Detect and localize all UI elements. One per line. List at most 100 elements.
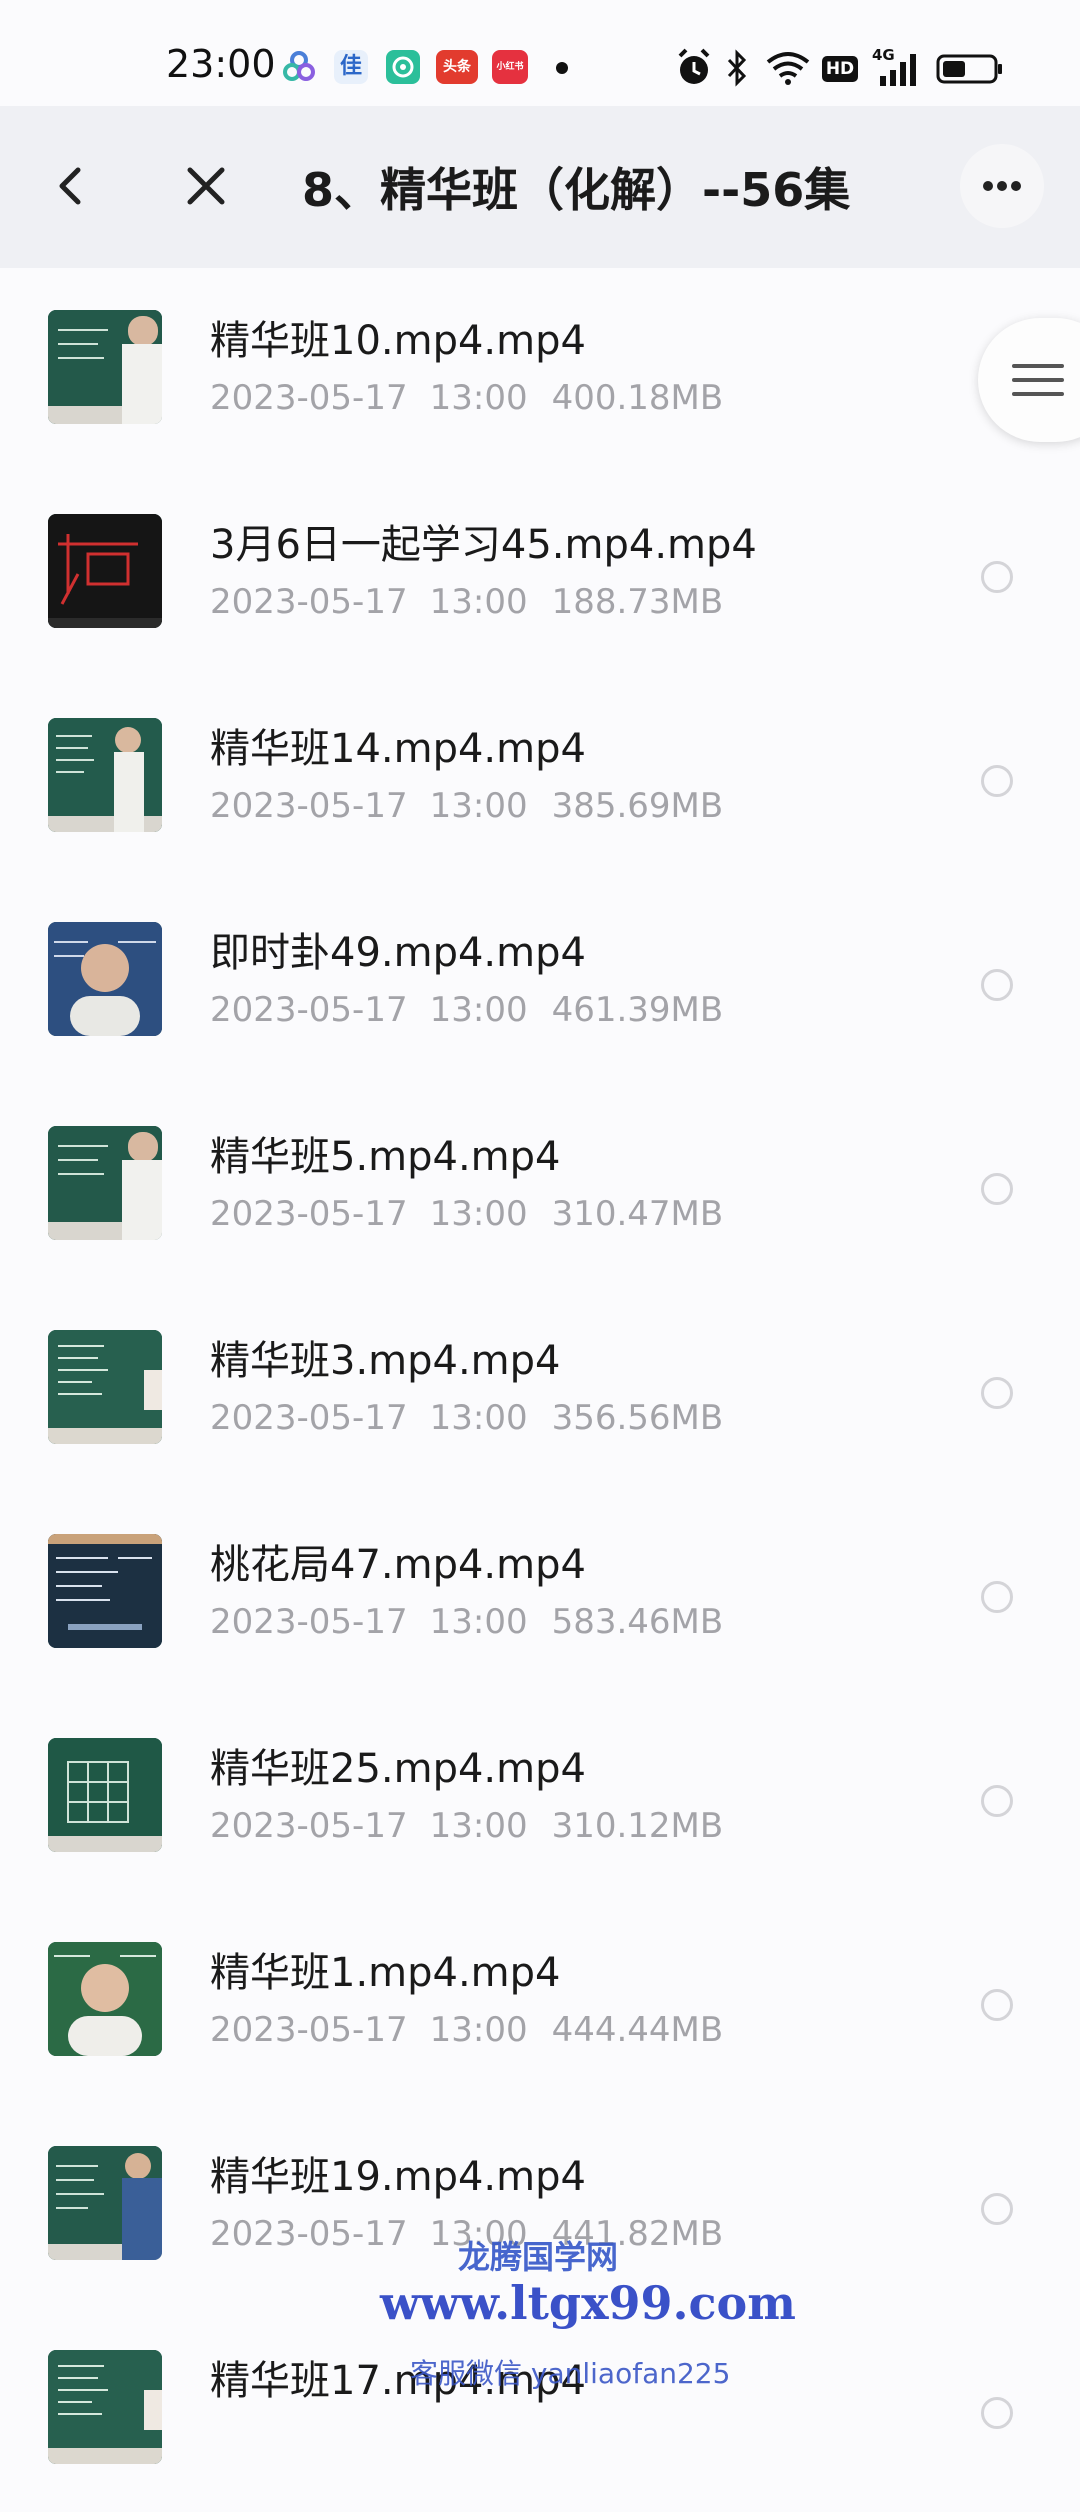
file-name: 精华班10.mp4.mp4 — [210, 318, 586, 364]
file-size: 583.46MB — [551, 1602, 724, 1642]
menu-lines-icon — [1012, 364, 1064, 396]
video-thumbnail[interactable] — [48, 1942, 162, 2056]
select-radio[interactable] — [981, 969, 1013, 1001]
file-row[interactable]: 精华班25.mp4.mp4 2023-05-17 13:00 310.12MB — [0, 1696, 1080, 1900]
file-name: 精华班3.mp4.mp4 — [210, 1338, 561, 1384]
watermark-site-name: 龙腾国学网 — [458, 2238, 619, 2276]
file-date: 2023-05-17 — [210, 1194, 408, 1234]
video-thumbnail[interactable] — [48, 1330, 162, 1444]
file-date: 2023-05-17 — [210, 2010, 408, 2050]
watermark-url: www.ltgx99.com — [380, 2276, 796, 2330]
file-row[interactable]: 精华班5.mp4.mp4 2023-05-17 13:00 310.47MB — [0, 1084, 1080, 1288]
file-meta: 2023-05-17 13:00 400.18MB — [210, 378, 723, 418]
file-meta: 2023-05-17 13:00 385.69MB — [210, 786, 723, 826]
status-bar: 23:00 佳 头条 小红书 HD 4G — [0, 0, 1080, 106]
file-time: 13:00 — [429, 990, 528, 1030]
alarm-icon — [678, 48, 710, 84]
video-thumbnail[interactable] — [48, 1534, 162, 1648]
select-radio[interactable] — [981, 2397, 1013, 2429]
file-meta: 2023-05-17 13:00 188.73MB — [210, 582, 723, 622]
select-radio[interactable] — [981, 1377, 1013, 1409]
battery-icon — [936, 54, 1002, 84]
video-thumbnail[interactable] — [48, 2146, 162, 2260]
file-list: 精华班10.mp4.mp4 2023-05-17 13:00 400.18MB 3月6日… — [0, 268, 1080, 2464]
file-size: 310.47MB — [551, 1194, 724, 1234]
file-name: 3月6日一起学习45.mp4.mp4 — [210, 522, 757, 568]
file-date: 2023-05-17 — [210, 582, 408, 622]
file-meta: 2023-05-17 13:00 583.46MB — [210, 1602, 723, 1642]
file-time: 13:00 — [429, 378, 528, 418]
select-radio[interactable] — [981, 1581, 1013, 1613]
video-thumbnail[interactable] — [48, 2350, 162, 2464]
file-meta: 2023-05-17 13:00 310.12MB — [210, 1806, 723, 1846]
select-radio[interactable] — [981, 561, 1013, 593]
jia-app-icon: 佳 — [334, 50, 368, 84]
xiaohongshu-app-icon: 小红书 — [492, 50, 528, 84]
select-radio[interactable] — [981, 1173, 1013, 1205]
top-bar: 8、精华班（化解）--56集 — [0, 106, 1080, 268]
file-date: 2023-05-17 — [210, 786, 408, 826]
file-size: 461.39MB — [551, 990, 724, 1030]
file-meta: 2023-05-17 13:00 310.47MB — [210, 1194, 723, 1234]
toutiao-app-icon: 头条 — [436, 50, 478, 84]
more-options-icon[interactable] — [960, 144, 1044, 228]
notification-dot — [556, 62, 568, 74]
page-title: 8、精华班（化解）--56集 — [302, 163, 851, 217]
file-size: 400.18MB — [551, 378, 724, 418]
file-date: 2023-05-17 — [210, 1806, 408, 1846]
file-row[interactable]: 即时卦49.mp4.mp4 2023-05-17 13:00 461.39MB — [0, 880, 1080, 1084]
file-name: 桃花局47.mp4.mp4 — [210, 1542, 586, 1588]
file-name: 精华班19.mp4.mp4 — [210, 2154, 586, 2200]
bluetooth-icon — [727, 49, 747, 87]
file-row[interactable]: 精华班1.mp4.mp4 2023-05-17 13:00 444.44MB — [0, 1900, 1080, 2104]
video-thumbnail[interactable] — [48, 514, 162, 628]
chat-app-icon — [386, 50, 420, 84]
file-name: 精华班1.mp4.mp4 — [210, 1950, 561, 1996]
file-row[interactable]: 精华班10.mp4.mp4 2023-05-17 13:00 400.18MB — [0, 268, 1080, 472]
file-date: 2023-05-17 — [210, 2214, 408, 2254]
file-row[interactable]: 精华班17.mp4.mp4 — [0, 2308, 1080, 2512]
file-meta: 2023-05-17 13:00 444.44MB — [210, 2010, 723, 2050]
file-time: 13:00 — [429, 1806, 528, 1846]
file-time: 13:00 — [429, 1602, 528, 1642]
file-size: 444.44MB — [551, 2010, 724, 2050]
file-size: 356.56MB — [551, 1398, 724, 1438]
file-time: 13:00 — [429, 1398, 528, 1438]
file-row[interactable]: 精华班3.mp4.mp4 2023-05-17 13:00 356.56MB — [0, 1288, 1080, 1492]
4g-signal-icon — [880, 54, 916, 86]
file-time: 13:00 — [429, 2010, 528, 2050]
file-date: 2023-05-17 — [210, 1398, 408, 1438]
status-time: 23:00 — [166, 42, 276, 86]
wifi-icon — [766, 52, 810, 85]
file-meta: 2023-05-17 13:00 461.39MB — [210, 990, 723, 1030]
file-name: 精华班14.mp4.mp4 — [210, 726, 586, 772]
back-arrow-icon[interactable] — [40, 156, 100, 216]
select-radio[interactable] — [981, 765, 1013, 797]
close-icon[interactable] — [176, 156, 236, 216]
video-thumbnail[interactable] — [48, 310, 162, 424]
file-name: 精华班25.mp4.mp4 — [210, 1746, 586, 1792]
file-row[interactable]: 桃花局47.mp4.mp4 2023-05-17 13:00 583.46MB — [0, 1492, 1080, 1696]
file-date: 2023-05-17 — [210, 378, 408, 418]
file-date: 2023-05-17 — [210, 990, 408, 1030]
file-size: 385.69MB — [551, 786, 724, 826]
file-row[interactable]: 精华班14.mp4.mp4 2023-05-17 13:00 385.69MB — [0, 676, 1080, 880]
file-row[interactable]: 3月6日一起学习45.mp4.mp4 2023-05-17 13:00 188.73M… — [0, 472, 1080, 676]
watermark-contact: 客服微信 yanliaofan225 — [410, 2357, 731, 2390]
file-name: 精华班5.mp4.mp4 — [210, 1134, 561, 1180]
file-size: 188.73MB — [551, 582, 724, 622]
video-thumbnail[interactable] — [48, 718, 162, 832]
select-radio[interactable] — [981, 2193, 1013, 2225]
file-time: 13:00 — [429, 1194, 528, 1234]
select-radio[interactable] — [981, 1785, 1013, 1817]
flower-app-icon — [283, 51, 315, 81]
video-thumbnail[interactable] — [48, 1126, 162, 1240]
select-radio[interactable] — [981, 1989, 1013, 2021]
file-size: 310.12MB — [551, 1806, 724, 1846]
video-thumbnail[interactable] — [48, 922, 162, 1036]
video-thumbnail[interactable] — [48, 1738, 162, 1852]
hd-icon: HD — [822, 56, 858, 82]
file-meta: 2023-05-17 13:00 356.56MB — [210, 1398, 723, 1438]
file-time: 13:00 — [429, 582, 528, 622]
file-name: 即时卦49.mp4.mp4 — [210, 930, 586, 976]
